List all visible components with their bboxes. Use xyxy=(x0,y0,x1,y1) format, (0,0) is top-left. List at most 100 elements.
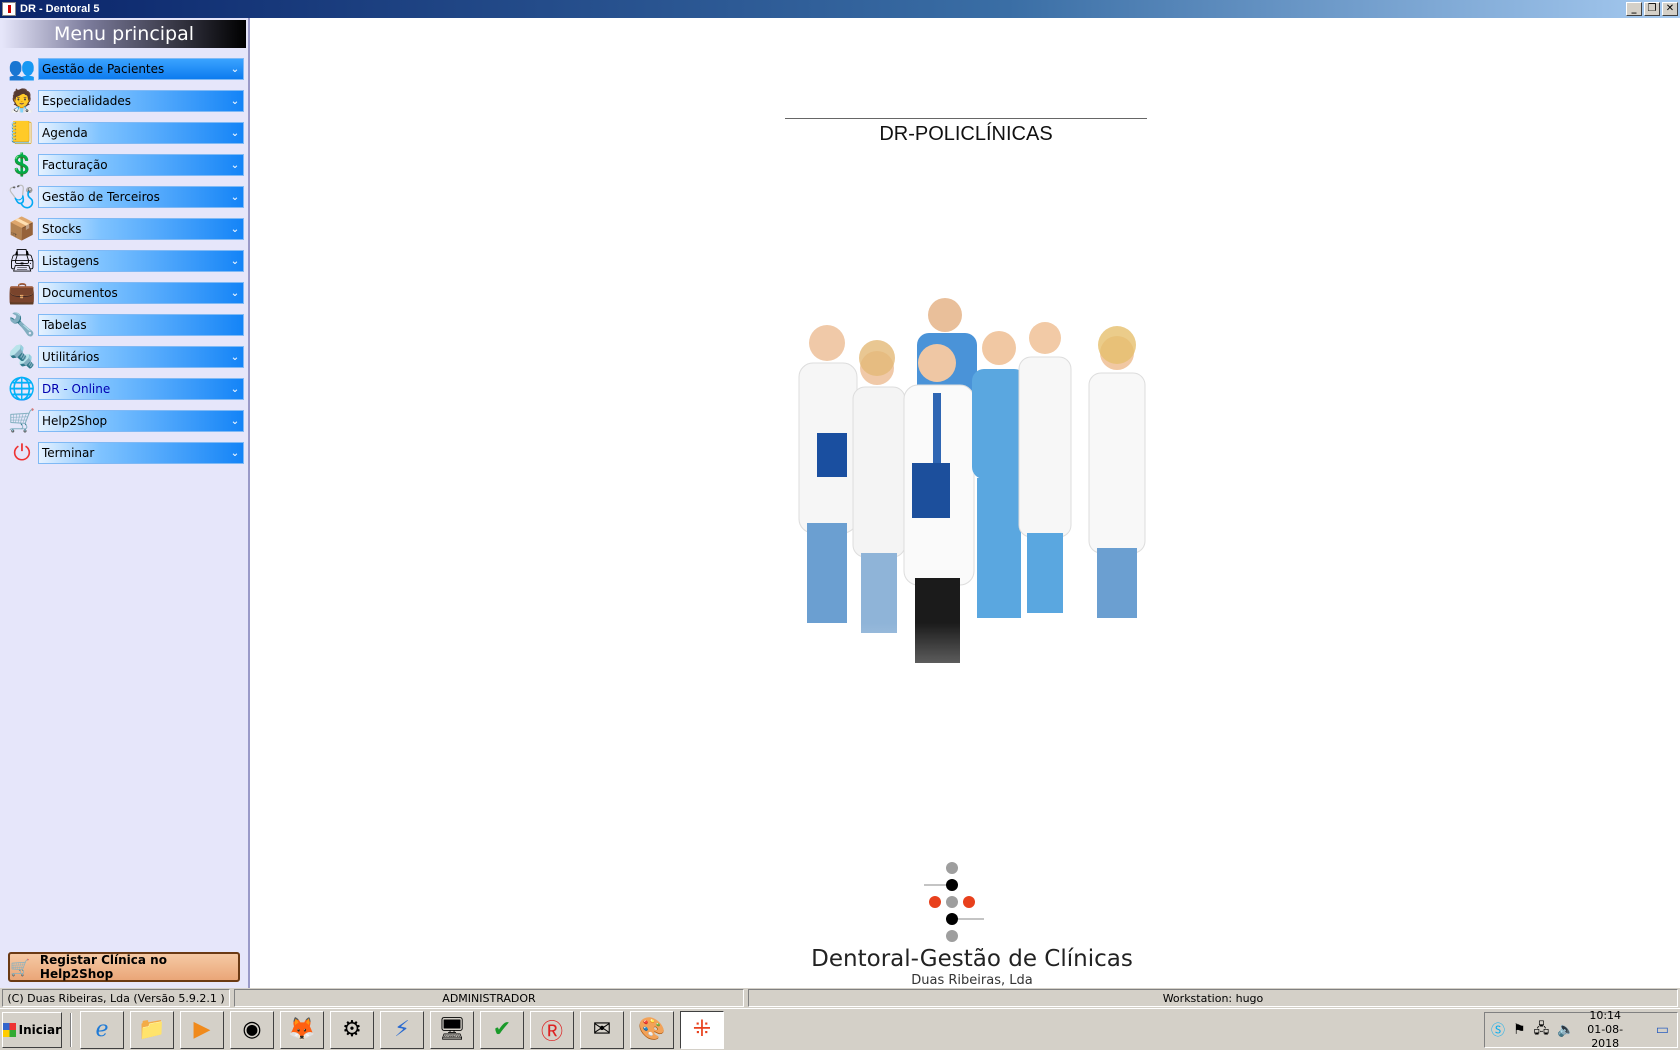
menu-item-patients[interactable]: 👥 Gestão de Pacientes ⌄ xyxy=(0,52,248,84)
app-icon xyxy=(2,2,16,16)
menu-item-label: Tabelas xyxy=(42,318,87,332)
medical-staff-image xyxy=(767,298,1187,763)
windows-flag-icon xyxy=(3,1022,16,1037)
clock[interactable]: 10:14 01-08-2018 xyxy=(1583,1009,1628,1051)
chevron-down-icon: ⌄ xyxy=(230,415,240,427)
taskbar: Iniciar ℯ 📁 ▶ ◉ 🦊 ⚙ ⚡ 🖥 ✔ Ⓡ ✉ 🎨 ⁜ Ⓢ ⚑ 🖧 … xyxy=(0,1008,1680,1050)
start-label: Iniciar xyxy=(18,1022,61,1037)
register-clinic-button[interactable]: 🛒 Registar Clínica no Help2Shop xyxy=(8,952,240,982)
minimize-button[interactable]: _ xyxy=(1626,2,1642,16)
chevron-down-icon: ⌄ xyxy=(230,351,240,363)
menu-item-stocks[interactable]: 📦 Stocks ⌄ xyxy=(0,212,248,244)
tools-icon: 🔧 xyxy=(8,312,36,338)
dollar-icon: 💲 xyxy=(8,152,36,178)
status-user: ADMINISTRADOR xyxy=(234,989,744,1007)
title-divider xyxy=(785,118,1147,119)
menu-item-third-parties[interactable]: 🩺 Gestão de Terceiros ⌄ xyxy=(0,180,248,212)
brand-name: Dentoral-Gestão de Clínicas xyxy=(811,946,1133,972)
clock-time: 10:14 xyxy=(1589,1008,1622,1022)
stock-box-icon: 📦 xyxy=(8,216,36,242)
briefcase-icon: 💼 xyxy=(8,280,36,306)
help2shop-icon: 🛒 xyxy=(10,957,30,977)
main-content: DR-POLICLÍNICAS Dentoral-Gestão de Clíni… xyxy=(252,18,1680,988)
system-tray: Ⓢ ⚑ 🖧 🔈 10:14 01-08-2018 ▭ xyxy=(1484,1009,1678,1051)
chevron-down-icon: ⌄ xyxy=(230,447,240,459)
power-icon: ⏻ xyxy=(13,440,31,466)
status-workstation: Workstation: hugo xyxy=(748,989,1678,1007)
flag-icon[interactable]: ⚑ xyxy=(1513,1022,1526,1038)
file-explorer-icon[interactable]: 📁 xyxy=(130,1010,174,1049)
rx-app-icon[interactable]: Ⓡ xyxy=(530,1010,574,1049)
chrome-icon[interactable]: ◉ xyxy=(230,1010,274,1049)
chevron-down-icon: ⌄ xyxy=(230,159,240,171)
menu-item-billing[interactable]: 💲 Facturação ⌄ xyxy=(0,148,248,180)
patients-icon: 👥 xyxy=(8,56,36,82)
volume-icon[interactable]: 🔈 xyxy=(1557,1022,1574,1038)
menu-item-label: Terminar xyxy=(42,446,95,460)
menu-item-label: Gestão de Terceiros xyxy=(42,190,160,204)
window-title: DR - Dentoral 5 xyxy=(20,3,100,15)
start-button[interactable]: Iniciar xyxy=(2,1011,62,1048)
menu-item-label: Documentos xyxy=(42,286,118,300)
clinic-name: DR-POLICLÍNICAS xyxy=(879,123,1053,145)
menu-item-label: Stocks xyxy=(42,222,82,236)
menu-item-label: Facturação xyxy=(42,158,108,172)
register-clinic-label: Registar Clínica no Help2Shop xyxy=(39,953,167,981)
printer-icon: 🖨 xyxy=(8,248,36,274)
wrench-icon: 🔩 xyxy=(8,344,36,370)
menu-item-dr-online[interactable]: 🌐 DR - Online ⌄ xyxy=(0,372,248,404)
status-bar: (C) Duas Ribeiras, Lda (Versão 5.9.2.1 )… xyxy=(0,988,1680,1008)
menu-item-tables[interactable]: 🔧 Tabelas xyxy=(0,308,248,340)
restore-button[interactable]: ❐ xyxy=(1644,2,1660,16)
menu-item-help2shop[interactable]: 🛒 Help2Shop ⌄ xyxy=(0,404,248,436)
paint-icon[interactable]: 🎨 xyxy=(630,1010,674,1049)
flash-tool-icon[interactable]: ⚡ xyxy=(380,1010,424,1049)
clock-date: 01-08-2018 xyxy=(1587,1022,1624,1050)
network-icon[interactable]: 🖧 xyxy=(1534,1018,1550,1042)
menu-item-documents[interactable]: 💼 Documentos ⌄ xyxy=(0,276,248,308)
dentoral-taskbar-icon[interactable]: ⁜ xyxy=(680,1010,724,1049)
chevron-down-icon: ⌄ xyxy=(230,127,240,139)
menu-item-exit[interactable]: ⏻ Terminar ⌄ xyxy=(0,436,248,468)
menu-item-label: Agenda xyxy=(42,126,88,140)
chevron-down-icon: ⌄ xyxy=(230,95,240,107)
network-computer-icon[interactable]: 🖥 xyxy=(430,1010,474,1049)
brand-company: Duas Ribeiras, Lda xyxy=(911,973,1033,988)
menu-item-label: Utilitários xyxy=(42,350,100,364)
chevron-down-icon: ⌄ xyxy=(230,191,240,203)
main-menu: 👥 Gestão de Pacientes ⌄ 🧑‍⚕️ Especialidad… xyxy=(0,52,248,468)
globe-icon: 🌐 xyxy=(8,376,36,402)
settings-gear-icon[interactable]: ⚙ xyxy=(330,1010,374,1049)
internet-explorer-icon[interactable]: ℯ xyxy=(80,1010,124,1049)
close-button[interactable]: ✕ xyxy=(1662,2,1678,16)
agenda-book-icon: 📒 xyxy=(8,120,36,146)
chevron-down-icon: ⌄ xyxy=(230,287,240,299)
menu-item-specialties[interactable]: 🧑‍⚕️ Especialidades ⌄ xyxy=(0,84,248,116)
menu-item-label: DR - Online xyxy=(42,382,111,396)
firefox-icon[interactable]: 🦊 xyxy=(280,1010,324,1049)
chevron-down-icon: ⌄ xyxy=(230,255,240,267)
menu-item-utilities[interactable]: 🔩 Utilitários ⌄ xyxy=(0,340,248,372)
menu-item-label: Gestão de Pacientes xyxy=(42,62,165,76)
thunderbird-icon[interactable]: ✉ xyxy=(580,1010,624,1049)
media-player-icon[interactable]: ▶ xyxy=(180,1010,224,1049)
menu-item-label: Listagens xyxy=(42,254,100,268)
menu-item-agenda[interactable]: 📒 Agenda ⌄ xyxy=(0,116,248,148)
status-copyright: (C) Duas Ribeiras, Lda (Versão 5.9.2.1 ) xyxy=(2,989,230,1007)
chevron-down-icon: ⌄ xyxy=(230,383,240,395)
show-desktop-icon[interactable]: ▭ xyxy=(1656,1022,1669,1038)
menu-item-label: Especialidades xyxy=(42,94,132,108)
dentoral-logo xyxy=(924,862,984,942)
skype-icon[interactable]: Ⓢ xyxy=(1491,1020,1505,1040)
sidebar-title: Menu principal xyxy=(2,20,246,48)
help2shop-icon: 🛒 xyxy=(8,408,36,434)
menu-item-label: Help2Shop xyxy=(42,414,108,428)
menu-item-listings[interactable]: 🖨 Listagens ⌄ xyxy=(0,244,248,276)
third-party-icon: 🩺 xyxy=(8,184,36,210)
specialist-icon: 🧑‍⚕️ xyxy=(8,88,36,114)
sidebar: Menu principal 👥 Gestão de Pacientes ⌄ 🧑‍… xyxy=(0,18,250,988)
window-titlebar[interactable]: DR - Dentoral 5 _ ❐ ✕ xyxy=(0,0,1680,18)
chevron-down-icon: ⌄ xyxy=(230,223,240,235)
green-app-icon[interactable]: ✔ xyxy=(480,1010,524,1049)
chevron-down-icon: ⌄ xyxy=(230,63,240,75)
